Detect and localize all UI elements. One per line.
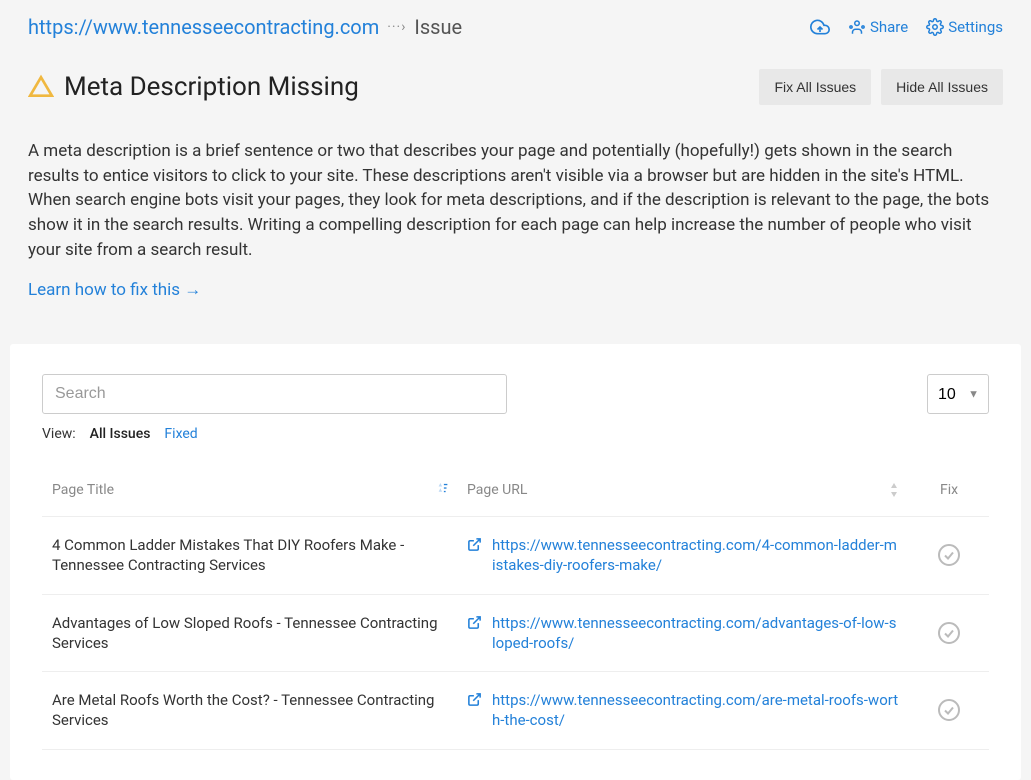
column-header-url[interactable]: Page URL — [467, 482, 919, 498]
settings-action[interactable]: Settings — [926, 18, 1003, 36]
page-url-link[interactable]: https://www.tennesseecontracting.com/4-c… — [492, 535, 899, 576]
page-size-select[interactable]: 10 — [927, 374, 989, 414]
fix-check-button[interactable] — [937, 543, 961, 567]
table-row: Advantages of Low Sloped Roofs - Tenness… — [42, 595, 989, 673]
settings-label: Settings — [948, 18, 1003, 36]
breadcrumb: https://www.tennesseecontracting.com ···… — [28, 15, 462, 39]
learn-link[interactable]: Learn how to fix this → — [0, 280, 229, 330]
cell-page-title: 4 Common Ladder Mistakes That DIY Roofer… — [52, 535, 467, 576]
hide-all-button[interactable]: Hide All Issues — [881, 69, 1003, 105]
view-all-issues[interactable]: All Issues — [90, 426, 151, 442]
table-row: 4 Common Ladder Mistakes That DIY Roofer… — [42, 517, 989, 595]
cloud-icon — [810, 17, 830, 37]
share-icon — [848, 18, 866, 36]
external-link-icon[interactable] — [467, 615, 482, 630]
sort-asc-icon — [437, 483, 449, 497]
view-label: View: — [42, 426, 76, 442]
page-title: Meta Description Missing — [64, 72, 359, 102]
column-header-fix: Fix — [919, 482, 979, 498]
share-action[interactable]: Share — [848, 18, 908, 36]
fix-check-button[interactable] — [937, 698, 961, 722]
breadcrumb-current: Issue — [414, 15, 462, 39]
external-link-icon[interactable] — [467, 692, 482, 707]
cell-page-title: Advantages of Low Sloped Roofs - Tenness… — [52, 613, 467, 654]
breadcrumb-separator: ···› — [387, 19, 406, 35]
view-fixed[interactable]: Fixed — [164, 426, 197, 442]
share-label: Share — [870, 18, 908, 36]
page-url-link[interactable]: https://www.tennesseecontracting.com/are… — [492, 690, 899, 731]
breadcrumb-site-link[interactable]: https://www.tennesseecontracting.com — [28, 15, 379, 39]
page-url-link[interactable]: https://www.tennesseecontracting.com/adv… — [492, 613, 899, 654]
search-input[interactable] — [42, 374, 507, 414]
column-header-title[interactable]: Page Title — [52, 482, 467, 498]
cloud-action[interactable] — [810, 17, 830, 37]
warning-icon — [28, 74, 54, 100]
external-link-icon[interactable] — [467, 537, 482, 552]
fix-check-button[interactable] — [937, 621, 961, 645]
results-panel: View: All Issues Fixed 10 ▼ Page Title P… — [10, 344, 1021, 780]
fix-all-button[interactable]: Fix All Issues — [759, 69, 871, 105]
sort-icon — [891, 483, 901, 497]
table-header: Page Title Page URL Fix — [42, 482, 989, 517]
issue-description: A meta description is a brief sentence o… — [0, 125, 1031, 280]
gear-icon — [926, 18, 944, 36]
cell-page-title: Are Metal Roofs Worth the Cost? - Tennes… — [52, 690, 467, 731]
table-row: Are Metal Roofs Worth the Cost? - Tennes… — [42, 672, 989, 750]
